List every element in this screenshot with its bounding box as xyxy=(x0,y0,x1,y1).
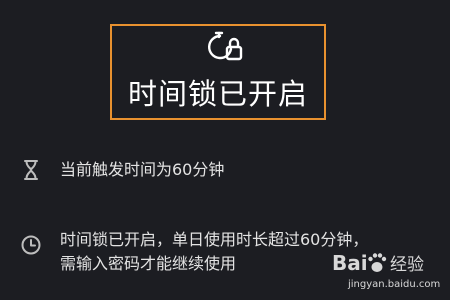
watermark-url: jingyan.baidu.com xyxy=(348,279,441,290)
svg-text:经验: 经验 xyxy=(390,255,424,275)
page-title: 时间锁已开启 xyxy=(127,77,308,111)
time-lock-screen: 时间锁已开启 当前触发时间为60分钟 时间锁已开启，单日使用时长超过60分钟， … xyxy=(0,0,450,300)
hourglass-icon xyxy=(24,160,38,180)
baidu-jingyan-watermark: Bai 经验 jingyan.baidu.com xyxy=(330,249,442,295)
baidu-paw-logo: Bai 经验 xyxy=(332,251,424,275)
svg-text:Bai: Bai xyxy=(332,251,368,275)
timer-lock-icon xyxy=(208,31,243,61)
trigger-time-text: 当前触发时间为60分钟 xyxy=(60,160,225,179)
trigger-time-row: 当前触发时间为60分钟 xyxy=(0,156,450,184)
lock-description-line2: 需输入密码才能继续使用 xyxy=(60,254,237,273)
clock-icon xyxy=(21,235,41,255)
